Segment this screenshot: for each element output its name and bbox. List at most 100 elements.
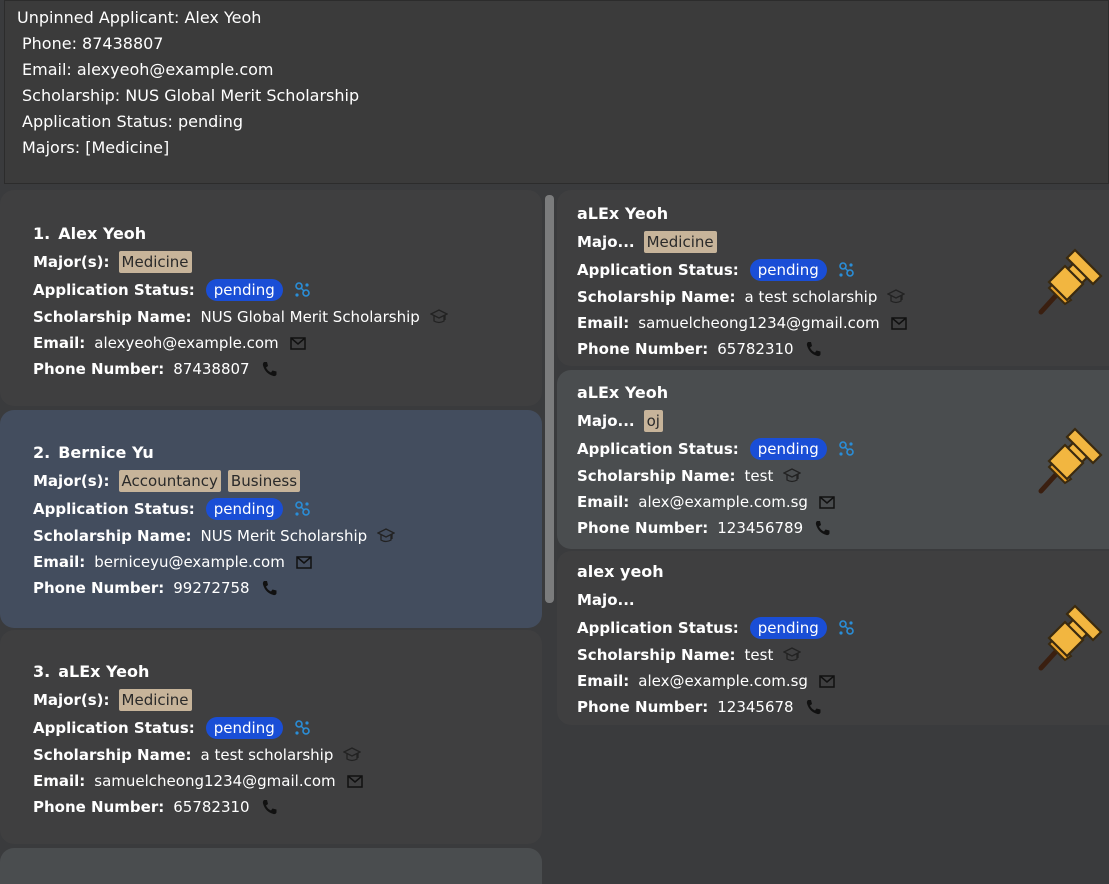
- applicant-index: 1.: [33, 223, 51, 243]
- status-badge: pending: [205, 717, 283, 739]
- scholarship-label: Scholarship Name:: [33, 527, 192, 545]
- major-tag: Medicine: [118, 689, 192, 711]
- phone-icon: [262, 800, 277, 815]
- email-label: Email:: [33, 334, 86, 352]
- status-badge: pending: [205, 279, 283, 301]
- graduation-cap-icon: [887, 289, 906, 304]
- scholarship-row: Scholarship Name: a test scholarship: [577, 286, 906, 308]
- scholarship-label: Scholarship Name:: [577, 467, 736, 485]
- applicant-name-row: 3. aLEx Yeoh: [33, 660, 149, 682]
- email-label: Email:: [577, 672, 630, 690]
- scholarship-value: a test scholarship: [200, 746, 334, 764]
- pushpin-icon[interactable]: [1035, 242, 1107, 318]
- pushpin-icon[interactable]: [1035, 598, 1107, 674]
- pushpin-icon[interactable]: [1035, 421, 1107, 497]
- applicant-card-selected[interactable]: 2. Bernice Yu Major(s): Accountancy Busi…: [0, 410, 542, 628]
- status-badge: pending: [749, 617, 827, 639]
- applicant-card[interactable]: [0, 848, 542, 884]
- majors-label: Major(s):: [33, 691, 110, 709]
- status-network-icon: [294, 720, 310, 736]
- status-network-icon: [294, 282, 310, 298]
- phone-icon: [816, 521, 830, 536]
- email-row: Email: berniceyu@example.com: [33, 551, 313, 573]
- major-tag: oj: [643, 410, 663, 432]
- pinned-card[interactable]: aLEx Yeoh Majo... Medicine Application S…: [557, 190, 1109, 366]
- envelope-icon: [890, 317, 907, 330]
- result-display: Unpinned Applicant: Alex Yeoh Phone: 874…: [4, 0, 1109, 184]
- email-value: samuelcheong1234@gmail.com: [94, 772, 336, 790]
- pinned-list[interactable]: aLEx Yeoh Majo... Medicine Application S…: [557, 190, 1109, 884]
- status-badge: pending: [749, 438, 827, 460]
- email-row: Email: alex@example.com.sg: [577, 491, 836, 513]
- pinned-card[interactable]: aLEx Yeoh Majo... oj Application Status:…: [557, 370, 1109, 549]
- status-row: Application Status: pending: [33, 498, 311, 520]
- email-value: alex@example.com.sg: [638, 493, 808, 511]
- status-network-icon: [838, 262, 854, 278]
- phone-icon: [262, 581, 277, 596]
- phone-icon: [806, 700, 821, 715]
- result-line: Application Status: pending: [22, 112, 243, 131]
- graduation-cap-icon: [343, 747, 362, 762]
- phone-icon: [806, 342, 821, 357]
- phone-value: 99272758: [173, 579, 250, 597]
- phone-row: Phone Number: 99272758: [33, 577, 278, 599]
- status-network-icon: [838, 441, 854, 457]
- applicant-card[interactable]: 1. Alex Yeoh Major(s): Medicine Applicat…: [0, 190, 542, 406]
- phone-label: Phone Number:: [33, 360, 165, 378]
- email-label: Email:: [577, 314, 630, 332]
- email-value: samuelcheong1234@gmail.com: [638, 314, 880, 332]
- applicant-card[interactable]: 3. aLEx Yeoh Major(s): Medicine Applicat…: [0, 630, 542, 844]
- applicant-name: Bernice Yu: [58, 442, 154, 462]
- envelope-icon: [296, 556, 312, 569]
- major-tag: Medicine: [643, 231, 717, 253]
- major-tag: Business: [227, 470, 301, 492]
- result-line: Majors: [Medicine]: [22, 138, 170, 157]
- status-badge: pending: [749, 259, 827, 281]
- email-row: Email: alex@example.com.sg: [577, 670, 836, 692]
- scholarship-row: Scholarship Name: a test scholarship: [33, 744, 362, 766]
- phone-label: Phone Number:: [33, 579, 165, 597]
- status-label: Application Status:: [577, 619, 739, 637]
- phone-row: Phone Number: 65782310: [33, 796, 278, 818]
- email-row: Email: alexyeoh@example.com: [33, 332, 307, 354]
- status-label: Application Status:: [33, 281, 195, 299]
- applicant-name-row: 1. Alex Yeoh: [33, 222, 146, 244]
- scholarship-label: Scholarship Name:: [577, 288, 736, 306]
- graduation-cap-icon: [377, 528, 395, 543]
- email-label: Email:: [33, 553, 86, 571]
- status-label: Application Status:: [577, 261, 739, 279]
- scholarship-value: NUS Global Merit Scholarship: [200, 308, 420, 326]
- email-value: alexyeoh@example.com: [94, 334, 279, 352]
- scholarship-row: Scholarship Name: test: [577, 465, 801, 487]
- email-value: berniceyu@example.com: [94, 553, 285, 571]
- status-row: Application Status: pending: [577, 617, 855, 639]
- pinned-name: alex yeoh: [577, 561, 664, 581]
- majors-label: Majo...: [577, 412, 635, 430]
- phone-value: 12345678: [717, 698, 794, 716]
- status-network-icon: [294, 501, 310, 517]
- list-scrollbar[interactable]: [545, 195, 554, 603]
- status-row: Application Status: pending: [577, 259, 855, 281]
- majors-label: Major(s):: [33, 253, 110, 271]
- status-row: Application Status: pending: [577, 438, 855, 460]
- major-tag: Accountancy: [118, 470, 221, 492]
- result-line: Email: alexyeoh@example.com: [22, 60, 274, 79]
- pinned-card[interactable]: alex yeoh Majo... Application Status: pe…: [557, 551, 1109, 725]
- majors-row: Major(s): Medicine: [33, 689, 199, 711]
- scholarship-row: Scholarship Name: test: [577, 644, 801, 666]
- phone-value: 123456789: [717, 519, 804, 537]
- phone-value: 87438807: [173, 360, 250, 378]
- majors-label: Major(s):: [33, 472, 110, 490]
- email-row: Email: samuelcheong1234@gmail.com: [33, 770, 364, 792]
- majors-label: Majo...: [577, 233, 635, 251]
- phone-label: Phone Number:: [577, 340, 709, 358]
- applicant-name: aLEx Yeoh: [58, 661, 150, 681]
- phone-row: Phone Number: 12345678: [577, 696, 822, 718]
- scholarship-value: a test scholarship: [744, 288, 878, 306]
- applicant-list[interactable]: 1. Alex Yeoh Major(s): Medicine Applicat…: [0, 190, 542, 884]
- status-row: Application Status: pending: [33, 717, 311, 739]
- result-line: Unpinned Applicant: Alex Yeoh: [17, 8, 262, 27]
- email-value: alex@example.com.sg: [638, 672, 808, 690]
- applicant-index: 2.: [33, 442, 51, 462]
- majors-label: Majo...: [577, 591, 635, 609]
